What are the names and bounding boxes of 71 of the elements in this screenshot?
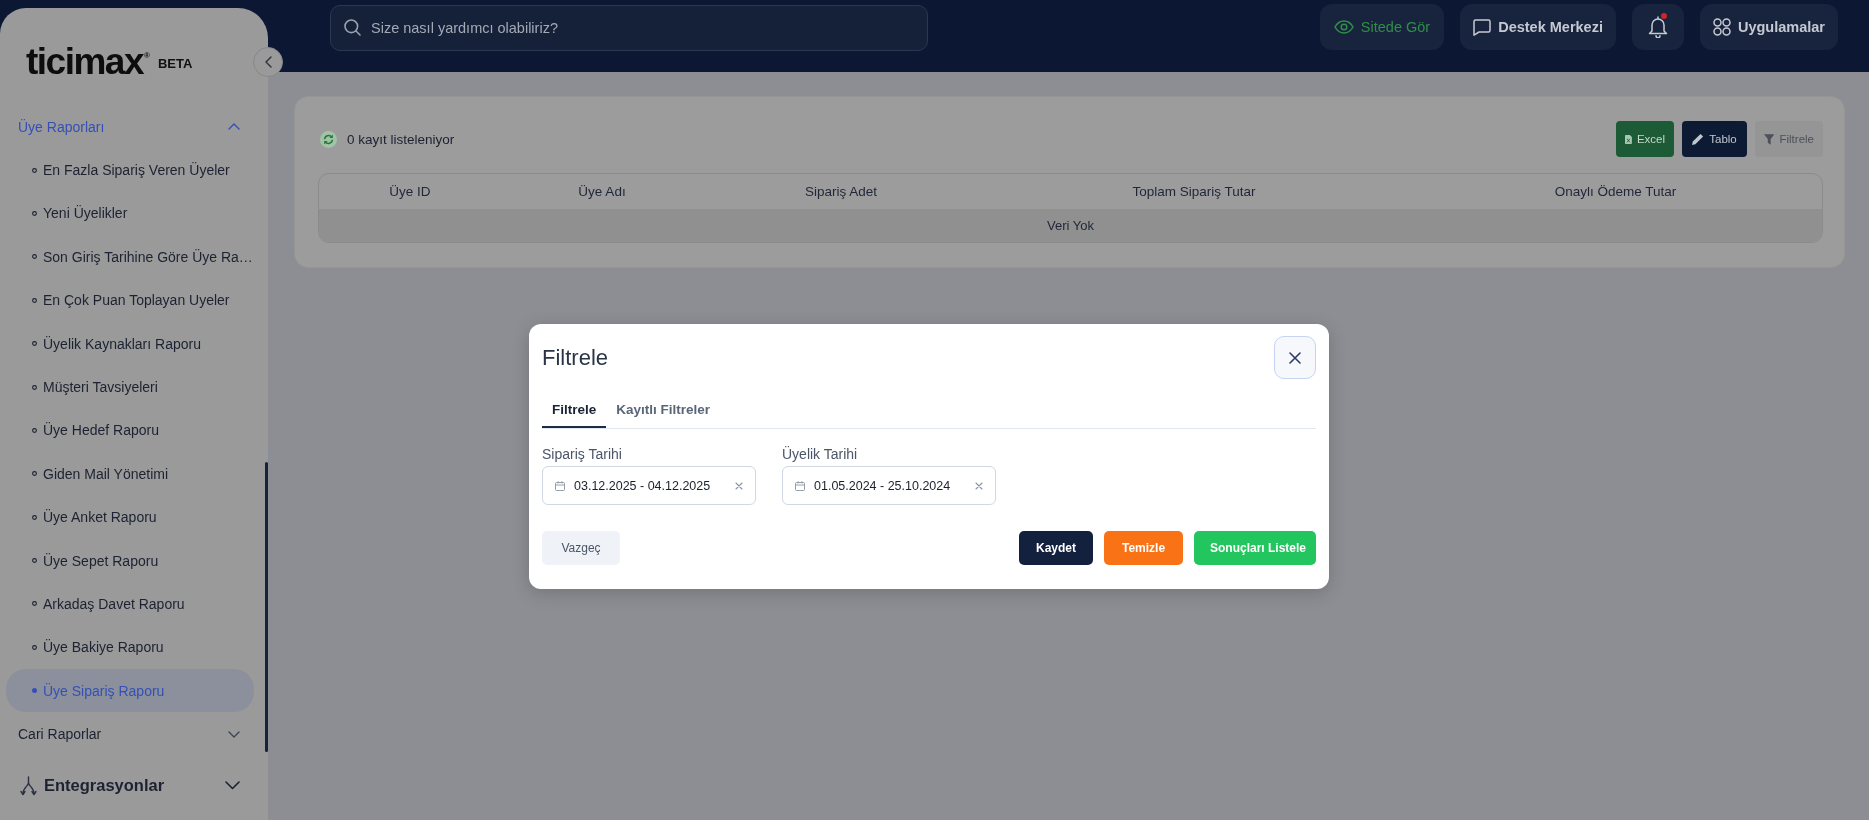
record-count-text: 0 kayıt listeleniyor (347, 131, 455, 147)
dialog-title: Filtrele (542, 344, 608, 371)
column-header: Üye ID (388, 184, 432, 199)
bullet-icon (32, 427, 37, 433)
beta-label: BETA (157, 55, 193, 71)
clear-icon[interactable] (975, 481, 983, 490)
collapse-sidebar-button[interactable] (253, 47, 283, 77)
search-field[interactable]: Size nasıl yardımcı olabiliriz? (330, 5, 928, 51)
bullet-icon (32, 254, 37, 260)
sidebar-item[interactable]: Müşteri Tavsiyeleri (6, 365, 254, 409)
sidebar-section-toggle[interactable]: Entegrasyonlar (6, 755, 254, 816)
dialog-tab[interactable]: Kayıtlı Filtreler (606, 392, 721, 428)
date-range-field[interactable]: 01.05.2024 - 25.10.2024 (782, 466, 996, 505)
apps-button[interactable]: Uygulamalar (1699, 4, 1838, 50)
column-header: Üye Adı (577, 184, 627, 199)
spreadsheet-file-icon (1625, 132, 1632, 146)
bullet-icon (32, 601, 37, 607)
view-site-button[interactable]: Sitede Gör (1319, 4, 1445, 50)
close-button[interactable] (1274, 336, 1316, 379)
sidebar-item[interactable]: Yeni Üyelikler (6, 191, 254, 236)
bullet-icon (32, 341, 37, 347)
bullet-icon (32, 644, 37, 650)
search-icon (344, 19, 361, 36)
bullet-icon (32, 167, 37, 173)
sidebar-item[interactable]: Arkadaş Davet Raporu (6, 582, 254, 626)
sidebar-item[interactable]: Üye Sepet Raporu (6, 538, 254, 583)
eye-icon (1333, 20, 1354, 34)
column-header: Toplam Sipariş Tutar (1131, 184, 1257, 199)
sidebar-item[interactable]: Üye Anket Raporu (6, 495, 254, 539)
notifications-button[interactable] (1631, 4, 1684, 50)
close-icon (1289, 351, 1301, 364)
excel-export-button[interactable]: Excel (1616, 121, 1674, 157)
bullet-icon (32, 471, 37, 477)
support-center-button[interactable]: Destek Merkezi (1460, 4, 1616, 50)
sidebar-item[interactable]: Üye Hedef Raporu (6, 408, 254, 453)
bullet-icon (32, 297, 37, 303)
date-range-field[interactable]: 03.12.2025 - 04.12.2025 (542, 466, 756, 505)
scrollbar-thumb[interactable] (265, 462, 268, 752)
calendar-icon (795, 480, 805, 491)
bullet-icon (32, 514, 37, 520)
cancel-button[interactable]: Vazgeç (542, 531, 620, 565)
refresh-icon[interactable] (320, 130, 337, 148)
bullet-icon (32, 384, 37, 390)
dialog-tab[interactable]: Filtrele (542, 392, 607, 428)
table-view-button[interactable]: Tablo (1682, 121, 1747, 157)
sidebar-item[interactable]: Giden Mail Yönetimi (6, 452, 254, 496)
column-header: Sipariş Adet (803, 184, 878, 199)
sidebar-item[interactable]: Üye Bakiye Raporu (6, 625, 254, 670)
speech-bubble-icon (1473, 18, 1492, 36)
pencil-icon (1692, 133, 1705, 145)
sidebar-group-toggle[interactable]: Cari Raporlar (6, 712, 254, 756)
sidebar-item[interactable]: Üyelik Kaynakları Raporu (6, 321, 254, 366)
chevron-left-icon (264, 56, 272, 68)
bullet-icon (32, 558, 37, 564)
field-label: Sipariş Tarihi (542, 446, 623, 462)
sidebar-item[interactable]: Son Giriş Tarihine Göre Üye Ra… (6, 235, 254, 279)
empty-table-row: Veri Yok (319, 209, 1822, 242)
clear-icon[interactable] (735, 481, 743, 490)
field-label: Üyelik Tarihi (782, 446, 859, 462)
filter-icon (1764, 133, 1775, 145)
save-button[interactable]: Kaydet (1019, 531, 1093, 565)
apps-grid-icon (1712, 18, 1731, 36)
sidebar-item[interactable]: En Çok Puan Toplayan Uyeler (6, 278, 254, 322)
bell-icon (1647, 16, 1668, 38)
logo: ticimax$^{®}$ (26, 42, 150, 80)
bullet-icon (32, 688, 37, 694)
sidebar-item[interactable]: En Fazla Sipariş Veren Üyeler (6, 148, 254, 192)
column-header: Onaylı Ödeme Tutar (1553, 184, 1678, 199)
calendar-icon (555, 480, 565, 491)
bullet-icon (32, 210, 37, 216)
branching-arrows-icon (20, 775, 37, 796)
